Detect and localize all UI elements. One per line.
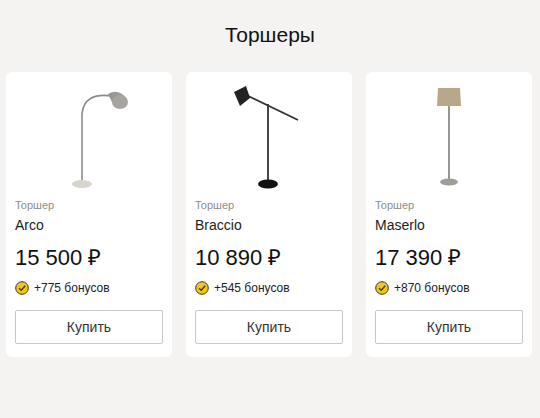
- bonus-text: +545 бонусов: [214, 280, 290, 296]
- buy-button[interactable]: Купить: [15, 310, 163, 344]
- product-category: Торшер: [15, 198, 163, 212]
- boom-lamp-icon: [214, 84, 324, 194]
- shade-lamp-icon: [394, 84, 504, 194]
- product-category: Торшер: [375, 198, 523, 212]
- buy-button[interactable]: Купить: [195, 310, 343, 344]
- product-name: Arco: [15, 216, 163, 234]
- product-card: Торшер Braccio 10 890 ₽ +545 бонусов Купить: [186, 72, 352, 357]
- arc-lamp-icon: [34, 84, 144, 194]
- product-card: Торшер Arco 15 500 ₽ +775 бонусов Купить: [6, 72, 172, 357]
- product-price: 10 890 ₽: [195, 244, 343, 272]
- bonus-icon: [15, 281, 29, 295]
- bonus-row: +870 бонусов: [375, 280, 523, 296]
- bonus-text: +870 бонусов: [394, 280, 470, 296]
- bonus-text: +775 бонусов: [34, 280, 110, 296]
- product-name: Braccio: [195, 216, 343, 234]
- bonus-row: +545 бонусов: [195, 280, 343, 296]
- buy-button[interactable]: Купить: [375, 310, 523, 344]
- product-price: 17 390 ₽: [375, 244, 523, 272]
- product-image: [366, 72, 532, 198]
- product-category: Торшер: [195, 198, 343, 212]
- product-price: 15 500 ₽: [15, 244, 163, 272]
- product-list: ТоршерArco15 500 ₽+775 бонусовКупитьТорш…: [0, 72, 540, 357]
- product-image: [186, 72, 352, 198]
- product-card: Торшер Maserlo 17 390 ₽ +870 бонусов Купить: [366, 72, 532, 357]
- section-title: Торшеры: [0, 0, 540, 48]
- bonus-icon: [195, 281, 209, 295]
- product-image: [6, 72, 172, 198]
- page: Торшеры Торшер Arco 15 500 ₽ +775 бонусов Куп…: [0, 0, 540, 418]
- product-name: Maserlo: [375, 216, 523, 234]
- bonus-icon: [375, 281, 389, 295]
- bonus-row: +775 бонусов: [15, 280, 163, 296]
